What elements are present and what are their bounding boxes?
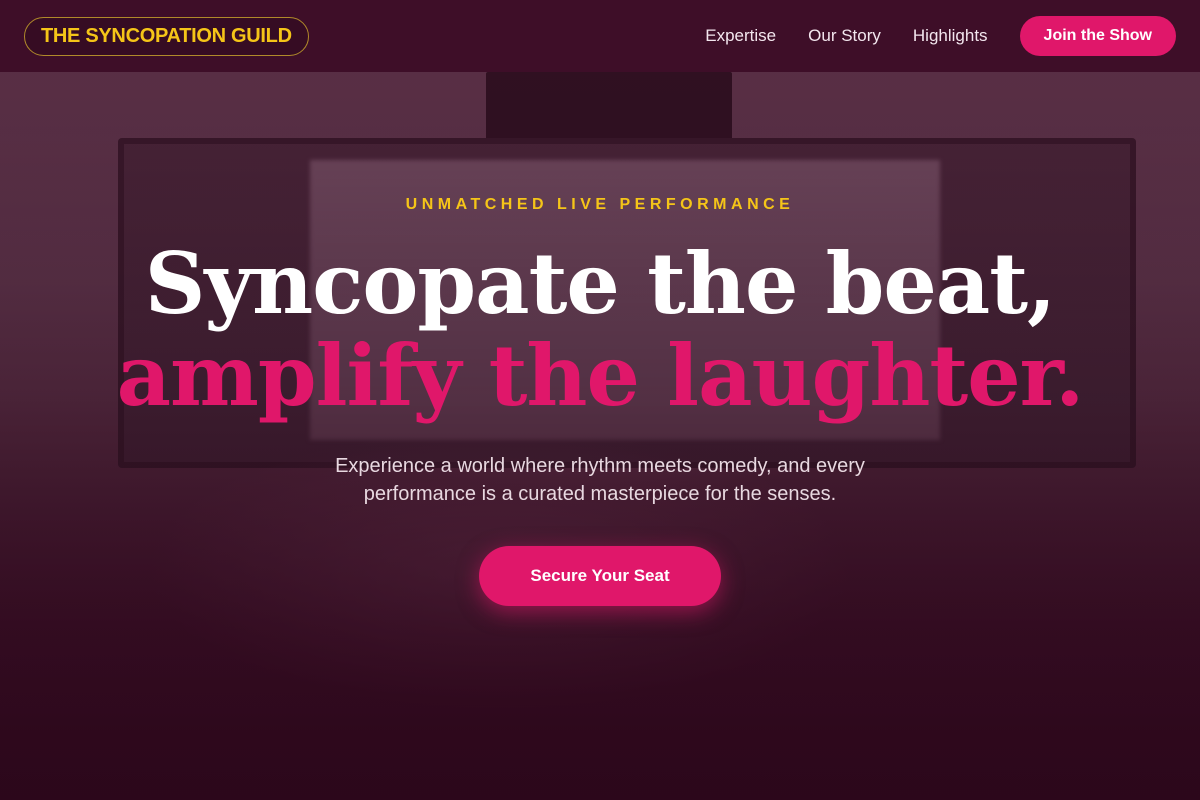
main-nav: Expertise Our Story Highlights Join the … bbox=[705, 16, 1176, 56]
hero-section: UNMATCHED LIVE PERFORMANCE Syncopate the… bbox=[0, 72, 1200, 800]
hero-headline: Syncopate the beat, amplify the laughter… bbox=[0, 238, 1200, 422]
hero-subtext: Experience a world where rhythm meets co… bbox=[335, 455, 865, 505]
nav-link-our-story[interactable]: Our Story bbox=[808, 26, 881, 46]
site-header: THE SYNCOPATION GUILD Expertise Our Stor… bbox=[0, 0, 1200, 72]
secure-seat-button[interactable]: Secure Your Seat bbox=[479, 546, 721, 606]
hero-headline-line2: amplify the laughter. bbox=[116, 326, 1085, 425]
nav-link-highlights[interactable]: Highlights bbox=[913, 26, 988, 46]
brand-logo[interactable]: THE SYNCOPATION GUILD bbox=[24, 16, 309, 56]
join-show-button[interactable]: Join the Show bbox=[1019, 16, 1176, 56]
nav-link-expertise[interactable]: Expertise bbox=[705, 26, 776, 46]
hero-headline-line1: Syncopate the beat, bbox=[144, 234, 1057, 333]
hero-eyebrow: UNMATCHED LIVE PERFORMANCE bbox=[405, 196, 795, 213]
